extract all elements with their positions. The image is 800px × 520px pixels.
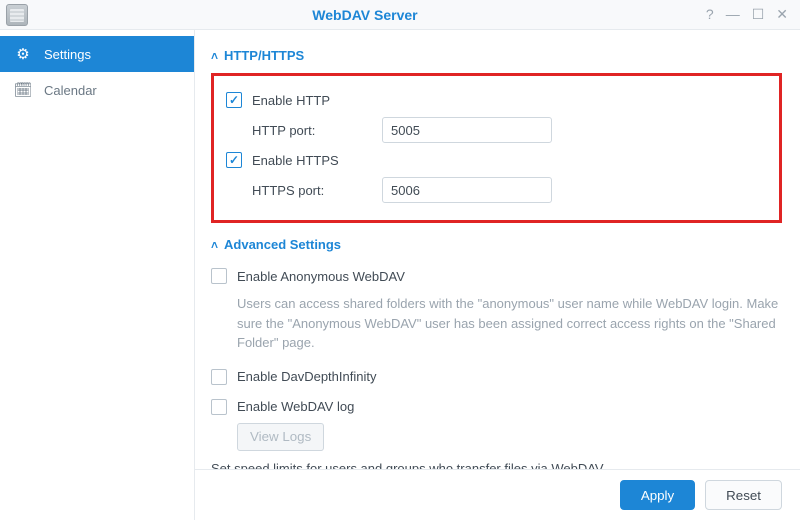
window-controls: ? — ☐ ✕ bbox=[694, 6, 800, 23]
speed-limit-description: Set speed limits for users and groups wh… bbox=[211, 461, 782, 470]
view-logs-button[interactable]: View Logs bbox=[237, 423, 324, 451]
apply-button[interactable]: Apply bbox=[620, 480, 695, 510]
sidebar-item-label: Calendar bbox=[44, 83, 97, 98]
checkbox-enable-https[interactable]: ✓ bbox=[226, 152, 242, 168]
https-port-label: HTTPS port: bbox=[252, 183, 382, 198]
help-icon[interactable]: ? bbox=[706, 6, 714, 23]
minimize-icon[interactable]: — bbox=[726, 6, 740, 23]
calendar-icon: 🗓 bbox=[14, 81, 32, 99]
sidebar: ⚙ Settings 🗓 Calendar bbox=[0, 30, 195, 520]
http-port-input[interactable] bbox=[382, 117, 552, 143]
checkbox-davdepthinfinity[interactable] bbox=[211, 369, 227, 385]
enable-http-label: Enable HTTP bbox=[252, 93, 330, 108]
sidebar-item-label: Settings bbox=[44, 47, 91, 62]
section-header-advanced[interactable]: ˄ Advanced Settings bbox=[211, 237, 782, 252]
footer: Apply Reset bbox=[195, 469, 800, 520]
main-content: ˄ HTTP/HTTPS ✓ Enable HTTP HTTP port: ✓ … bbox=[195, 30, 800, 469]
sidebar-item-settings[interactable]: ⚙ Settings bbox=[0, 36, 194, 72]
checkbox-enable-http[interactable]: ✓ bbox=[226, 92, 242, 108]
webdav-log-label: Enable WebDAV log bbox=[237, 399, 354, 414]
checkbox-webdav-log[interactable] bbox=[211, 399, 227, 415]
section-header-http[interactable]: ˄ HTTP/HTTPS bbox=[211, 48, 782, 63]
title-bar: WebDAV Server ? — ☐ ✕ bbox=[0, 0, 800, 30]
davdepthinfinity-label: Enable DavDepthInfinity bbox=[237, 369, 376, 384]
close-icon[interactable]: ✕ bbox=[776, 6, 788, 23]
app-icon bbox=[6, 4, 28, 26]
chevron-up-icon: ˄ bbox=[211, 238, 218, 252]
anonymous-webdav-help: Users can access shared folders with the… bbox=[211, 294, 782, 353]
sidebar-item-calendar[interactable]: 🗓 Calendar bbox=[0, 72, 194, 108]
enable-https-label: Enable HTTPS bbox=[252, 153, 339, 168]
http-highlight-box: ✓ Enable HTTP HTTP port: ✓ Enable HTTPS … bbox=[211, 73, 782, 223]
section-title: Advanced Settings bbox=[224, 237, 341, 252]
reset-button[interactable]: Reset bbox=[705, 480, 782, 510]
https-port-input[interactable] bbox=[382, 177, 552, 203]
chevron-up-icon: ˄ bbox=[211, 49, 218, 63]
section-title: HTTP/HTTPS bbox=[224, 48, 304, 63]
window-title: WebDAV Server bbox=[36, 7, 694, 23]
gear-icon: ⚙ bbox=[14, 45, 32, 63]
maximize-icon[interactable]: ☐ bbox=[752, 6, 765, 23]
http-port-label: HTTP port: bbox=[252, 123, 382, 138]
checkbox-anonymous-webdav[interactable] bbox=[211, 268, 227, 284]
anonymous-webdav-label: Enable Anonymous WebDAV bbox=[237, 269, 405, 284]
